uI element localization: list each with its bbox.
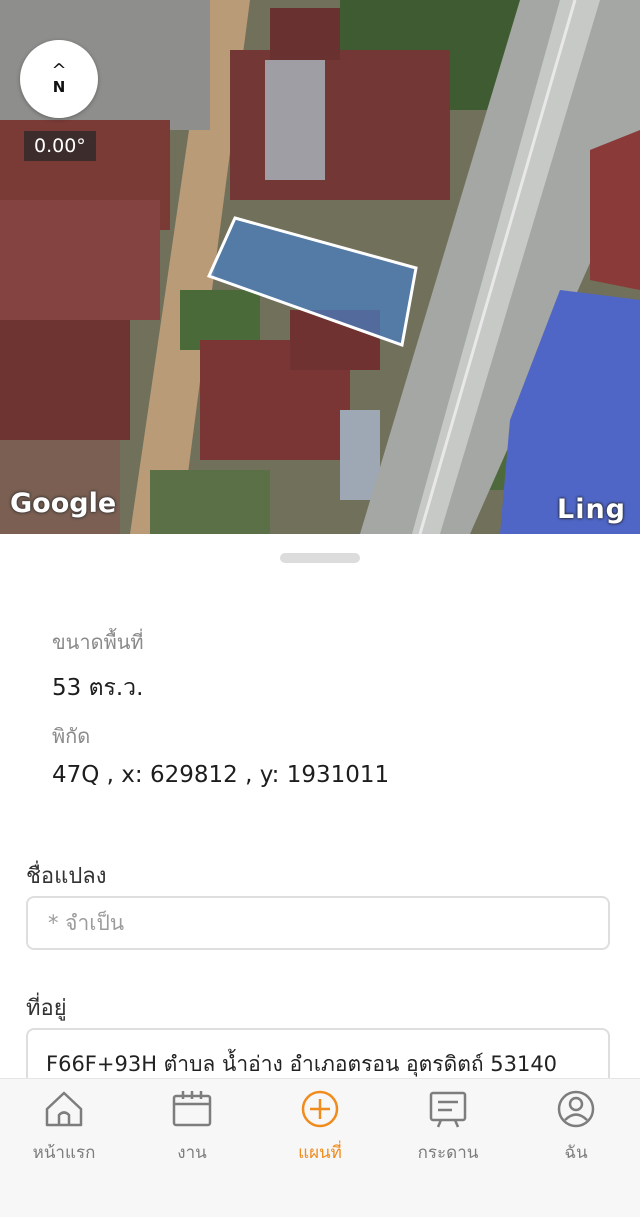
- area-value: 53 ตร.ว.: [52, 675, 144, 701]
- sheet-drag-handle[interactable]: [280, 553, 360, 563]
- bottom-tab-bar: หน้าแรก งาน แผนที่ กระดาน ฉัน: [0, 1078, 640, 1217]
- tab-board[interactable]: กระดาน: [384, 1079, 512, 1217]
- map-road-label: Ling: [556, 494, 626, 525]
- compass-button[interactable]: ^ N: [20, 40, 98, 118]
- tab-tasks-label: งาน: [177, 1143, 207, 1163]
- tab-me[interactable]: ฉัน: [512, 1079, 640, 1217]
- parcel-name-field[interactable]: [26, 896, 610, 950]
- address-value[interactable]: F66F+93H ตำบล น้ำอ่าง อำเภอตรอน อุตรดิตถ…: [46, 1048, 557, 1081]
- google-attribution: Google: [10, 488, 117, 519]
- home-icon: [45, 1091, 83, 1127]
- parcel-name-label: ชื่อแปลง: [26, 864, 107, 889]
- tab-me-label: ฉัน: [564, 1143, 588, 1163]
- coordinates-value: 47Q , x: 629812 , y: 1931011: [52, 762, 390, 788]
- tab-map[interactable]: แผนที่: [256, 1079, 384, 1217]
- profile-icon: [557, 1090, 595, 1128]
- bearing-readout: 0.00°: [24, 131, 96, 161]
- area-label: ขนาดพื้นที่: [52, 630, 144, 654]
- board-icon: [429, 1091, 467, 1128]
- tab-map-label: แผนที่: [298, 1143, 342, 1163]
- tab-tasks[interactable]: งาน: [128, 1079, 256, 1217]
- tab-home-label: หน้าแรก: [32, 1143, 96, 1163]
- address-label: ที่อยู่: [26, 996, 67, 1021]
- tab-board-label: กระดาน: [417, 1143, 479, 1163]
- compass-north-label: N: [52, 78, 66, 96]
- north-arrow-icon: ^: [51, 60, 67, 81]
- parcel-name-input[interactable]: [46, 910, 590, 936]
- calendar-icon: [172, 1091, 212, 1127]
- satellite-map[interactable]: ^ N 0.00° Google Ling: [0, 0, 640, 534]
- tab-home[interactable]: หน้าแรก: [0, 1079, 128, 1217]
- add-circle-icon: [301, 1090, 339, 1128]
- coordinates-label: พิกัด: [52, 724, 91, 748]
